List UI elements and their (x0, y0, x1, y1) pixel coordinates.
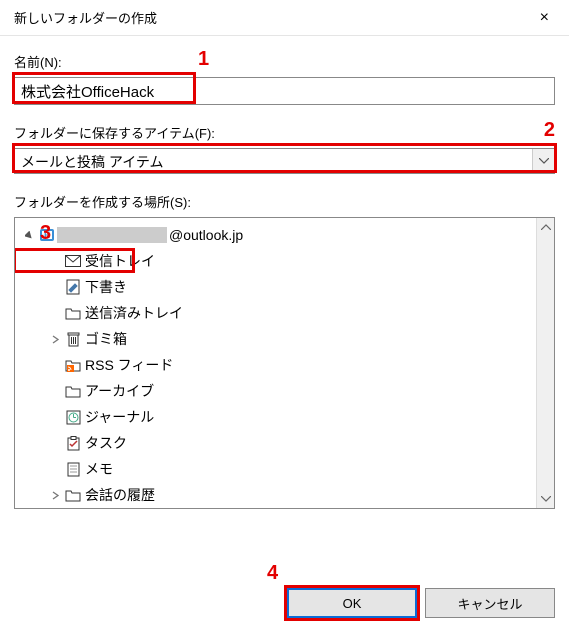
svg-text:E: E (44, 230, 50, 240)
account-name-masked (57, 227, 167, 243)
folder-tree[interactable]: E @outlook.jp 受信トレイ 下書き (14, 217, 555, 509)
expander-closed-icon[interactable] (47, 331, 63, 347)
draft-icon (63, 278, 83, 296)
ok-button[interactable]: OK (287, 588, 417, 618)
item-type-label: フォルダーに保存するアイテム(F): (14, 123, 555, 142)
rss-icon (63, 356, 83, 374)
scroll-down-icon[interactable] (537, 490, 554, 508)
scrollbar[interactable] (536, 218, 554, 508)
tree-item-trash[interactable]: ゴミ箱 (17, 326, 552, 352)
name-input[interactable] (14, 77, 555, 105)
annotation-number-4: 4 (267, 562, 278, 585)
tree-item-deleted[interactable]: 削除済みアイテム (17, 508, 552, 509)
expander-closed-icon[interactable] (47, 487, 63, 503)
dialog-titlebar: 新しいフォルダーの作成 × (0, 0, 569, 36)
folder-icon (63, 486, 83, 504)
chevron-down-icon (532, 149, 554, 173)
folder-icon (63, 304, 83, 322)
drafts-label: 下書き (85, 277, 127, 297)
cancel-button[interactable]: キャンセル (425, 588, 555, 618)
inbox-label: 受信トレイ (85, 251, 155, 271)
journal-label: ジャーナル (85, 407, 154, 427)
name-label: 名前(N): (14, 52, 555, 71)
tree-item-archive[interactable]: アーカイブ (17, 378, 552, 404)
journal-icon (63, 408, 83, 426)
scroll-up-icon[interactable] (537, 218, 554, 236)
dialog-title: 新しいフォルダーの作成 (14, 8, 157, 27)
tree-item-rss[interactable]: RSS フィード (17, 352, 552, 378)
trash-icon (63, 330, 83, 348)
tasks-label: タスク (85, 433, 127, 453)
tree-root[interactable]: E @outlook.jp (17, 222, 552, 248)
tree-item-inbox[interactable]: 受信トレイ (17, 248, 552, 274)
sent-label: 送信済みトレイ (85, 303, 183, 323)
item-type-select[interactable]: メールと投稿 アイテム (14, 148, 555, 174)
tree-item-drafts[interactable]: 下書き (17, 274, 552, 300)
location-label: フォルダーを作成する場所(S): (14, 192, 555, 211)
task-icon (63, 434, 83, 452)
notes-label: メモ (85, 459, 113, 479)
tree-item-tasks[interactable]: タスク (17, 430, 552, 456)
mailbox-icon: E (37, 226, 57, 244)
item-type-value: メールと投稿 アイテム (15, 149, 532, 173)
tree-item-journal[interactable]: ジャーナル (17, 404, 552, 430)
close-icon[interactable]: × (534, 10, 555, 26)
conversation-label: 会話の履歴 (85, 485, 155, 505)
expander-open-icon[interactable] (21, 227, 37, 243)
tree-item-conversation[interactable]: 会話の履歴 (17, 482, 552, 508)
rss-label: RSS フィード (85, 355, 173, 375)
note-icon (63, 460, 83, 478)
envelope-icon (63, 252, 83, 270)
folder-icon (63, 382, 83, 400)
archive-label: アーカイブ (85, 381, 154, 401)
trash-label: ゴミ箱 (85, 329, 127, 349)
tree-item-notes[interactable]: メモ (17, 456, 552, 482)
account-domain: @outlook.jp (169, 227, 243, 243)
tree-item-sent[interactable]: 送信済みトレイ (17, 300, 552, 326)
